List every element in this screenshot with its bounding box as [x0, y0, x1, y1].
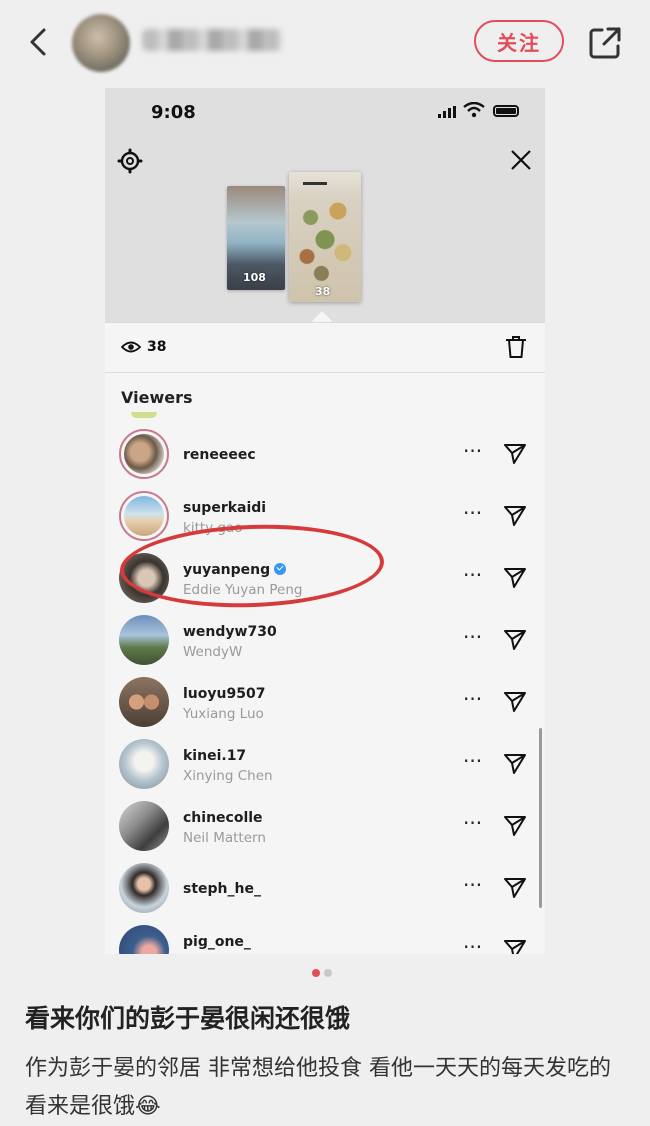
send-icon[interactable]: [503, 505, 527, 527]
more-options-icon[interactable]: ···: [463, 873, 482, 897]
viewer-username[interactable]: steph_he_: [183, 881, 261, 897]
send-icon[interactable]: [503, 629, 527, 651]
story-thumbnail-1[interactable]: 108: [227, 186, 285, 290]
viewer-row[interactable]: kinei.17 Xinying Chen ···: [105, 734, 545, 796]
settings-icon[interactable]: [117, 148, 143, 174]
status-time: 9:08: [151, 102, 196, 123]
story-preview-area: 9:08 108 38: [105, 88, 545, 331]
viewer-username[interactable]: pig_one_: [183, 934, 251, 950]
viewer-avatar[interactable]: [119, 429, 169, 479]
viewer-fullname: Xinying Chen: [183, 768, 273, 784]
viewer-row[interactable]: wendyw730 WendyW ···: [105, 610, 545, 672]
battery-icon: [493, 105, 519, 117]
trash-icon[interactable]: [505, 335, 527, 359]
follow-button[interactable]: 关注: [474, 20, 564, 62]
viewers-heading: Viewers: [121, 388, 193, 407]
share-icon: [589, 27, 621, 59]
viewer-fullname: WendyW: [183, 644, 243, 660]
post-body: 作为彭于晏的邻居 非常想给他投食 看他一天天的每天发吃的 看来是很饿😂: [25, 1056, 611, 1119]
share-button[interactable]: [586, 24, 624, 62]
viewer-row[interactable]: chinecolle Neil Mattern ···: [105, 796, 545, 858]
viewer-fullname: Neil Mattern: [183, 830, 266, 846]
post-title: 看来你们的彭于晏很闲还很饿: [25, 1004, 351, 1033]
viewer-username[interactable]: chinecolle: [183, 810, 263, 826]
selection-pointer: [312, 311, 332, 331]
viewer-row[interactable]: reneeeec ···: [105, 424, 545, 486]
more-options-icon[interactable]: ···: [463, 935, 482, 954]
viewer-row[interactable]: steph_he_ ···: [105, 858, 545, 920]
partial-avatar: [131, 412, 157, 418]
viewer-username[interactable]: kinei.17: [183, 748, 246, 764]
top-bar: 关注: [0, 0, 650, 86]
viewer-username[interactable]: superkaidi: [183, 500, 266, 516]
viewer-avatar[interactable]: [119, 739, 169, 789]
send-icon[interactable]: [503, 877, 527, 899]
more-options-icon[interactable]: ···: [463, 749, 482, 773]
send-icon[interactable]: [503, 815, 527, 837]
more-options-icon[interactable]: ···: [463, 563, 482, 587]
story-thumbnail-2[interactable]: 38: [289, 172, 361, 302]
scrollbar[interactable]: [539, 728, 542, 908]
more-options-icon[interactable]: ···: [463, 439, 482, 463]
story-views-2: 38: [315, 285, 331, 298]
chevron-left-icon: [30, 28, 46, 56]
viewer-avatar[interactable]: [119, 677, 169, 727]
viewer-username[interactable]: reneeeec: [183, 447, 256, 463]
send-icon[interactable]: [503, 939, 527, 954]
post-image[interactable]: 9:08 108 38 38 Viewers reneeeec ··· supe…: [105, 88, 545, 954]
more-options-icon[interactable]: ···: [463, 811, 482, 835]
viewer-row[interactable]: luoyu9507 Yuxiang Luo ···: [105, 672, 545, 734]
back-button[interactable]: [24, 22, 54, 62]
story-views-1: 108: [243, 271, 266, 284]
send-icon[interactable]: [503, 691, 527, 713]
viewer-username[interactable]: wendyw730: [183, 624, 277, 640]
author-name-blurred[interactable]: [142, 29, 282, 51]
view-count: 38: [147, 339, 167, 355]
viewer-avatar[interactable]: [119, 615, 169, 665]
author-avatar[interactable]: [72, 14, 130, 72]
close-icon[interactable]: [509, 148, 533, 172]
viewer-avatar[interactable]: [119, 863, 169, 913]
carousel-dot[interactable]: [324, 969, 332, 977]
viewer-username[interactable]: luoyu9507: [183, 686, 265, 702]
viewer-avatar[interactable]: [119, 925, 169, 954]
wifi-icon: [463, 102, 485, 118]
more-options-icon[interactable]: ···: [463, 501, 482, 525]
signal-icon: [438, 106, 456, 118]
send-icon[interactable]: [503, 443, 527, 465]
carousel-dot-active[interactable]: [312, 969, 320, 977]
send-icon[interactable]: [503, 753, 527, 775]
viewer-avatar[interactable]: [119, 801, 169, 851]
divider: [105, 372, 545, 373]
more-options-icon[interactable]: ···: [463, 625, 482, 649]
viewer-avatar[interactable]: [119, 491, 169, 541]
send-icon[interactable]: [503, 567, 527, 589]
viewer-fullname: Yuxiang Luo: [183, 706, 264, 722]
more-options-icon[interactable]: ···: [463, 687, 482, 711]
story-progress-bar: [303, 182, 327, 185]
divider: [105, 322, 545, 323]
eye-icon: [121, 341, 141, 353]
viewer-row[interactable]: pig_one_ ···: [105, 920, 545, 954]
